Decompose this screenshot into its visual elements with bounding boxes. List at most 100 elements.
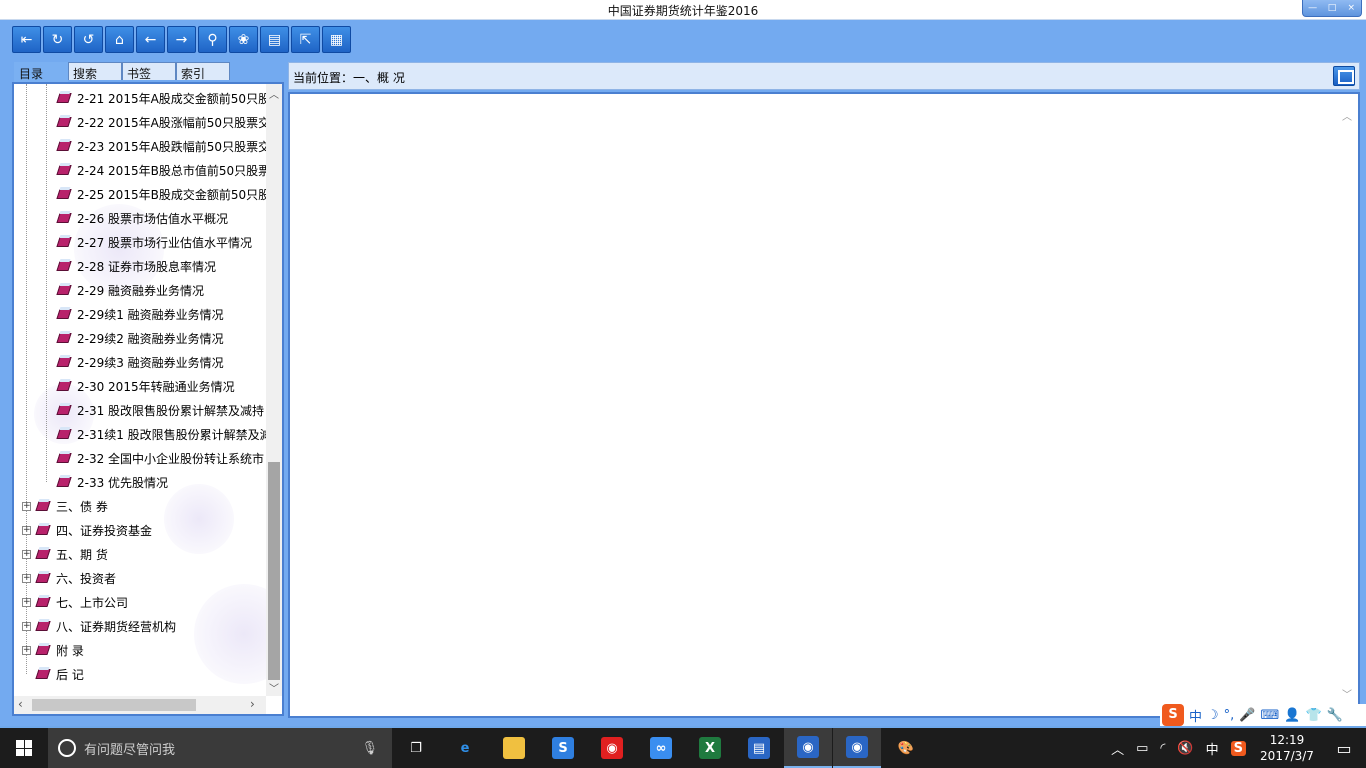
clock[interactable]: 12:19 2017/3/7: [1252, 732, 1322, 764]
skin-icon[interactable]: 👕: [1305, 708, 1321, 723]
scroll-up-arrow-icon[interactable]: ︿: [1342, 108, 1352, 123]
tree-section[interactable]: + 五、期 货: [22, 542, 108, 566]
tree-item[interactable]: 2-22 2015年A股涨幅前50只股票交易: [56, 110, 266, 134]
punctuation-icon[interactable]: °,: [1224, 708, 1235, 723]
taskbar-search-box[interactable]: 有问题尽管问我 🎙: [48, 728, 392, 768]
task-view-icon: ❐: [410, 740, 422, 756]
tree-item[interactable]: 2-29续3 融资融券业务情况: [56, 350, 224, 374]
forward-button[interactable]: →: [167, 26, 196, 53]
yearbook-app-active-taskbar-button[interactable]: ◉: [833, 728, 881, 768]
refresh-button[interactable]: ↻: [43, 26, 72, 53]
start-button[interactable]: [0, 728, 48, 768]
action-center-icon[interactable]: ▭: [1322, 739, 1366, 758]
scrollbar-thumb[interactable]: [268, 462, 280, 680]
tab-index[interactable]: 索引: [176, 62, 230, 81]
excel-icon: X: [699, 737, 721, 759]
user-icon[interactable]: 👤: [1284, 708, 1300, 723]
tree-section[interactable]: + 附 录: [22, 638, 84, 662]
expand-icon[interactable]: +: [22, 573, 31, 583]
ime-chinese-mode-icon[interactable]: 中: [1189, 706, 1202, 725]
paint-taskbar-button[interactable]: 🎨: [882, 728, 930, 768]
tree-item[interactable]: 2-29续2 融资融券业务情况: [56, 326, 224, 350]
sogou-ime-logo[interactable]: S: [1162, 704, 1184, 726]
expand-icon[interactable]: +: [22, 549, 31, 559]
tree-item[interactable]: 2-29 融资融券业务情况: [56, 278, 204, 302]
tree-vertical-scrollbar[interactable]: ︿ ﹀: [266, 84, 282, 696]
expand-icon[interactable]: +: [22, 501, 31, 511]
tree-item[interactable]: 2-29续1 融资融券业务情况: [56, 302, 224, 326]
scroll-up-arrow-icon[interactable]: ︿: [266, 86, 282, 101]
netease-music-taskbar-button[interactable]: ◉: [588, 728, 636, 768]
scroll-down-arrow-icon[interactable]: ﹀: [266, 680, 282, 695]
back-button[interactable]: ←: [136, 26, 165, 53]
preview-button[interactable]: ▦: [322, 26, 351, 53]
tree-item[interactable]: 2-32 全国中小企业股份转让系统市: [56, 446, 264, 470]
expand-icon[interactable]: [22, 670, 31, 679]
sogou-tray-icon[interactable]: S: [1225, 740, 1252, 756]
tree-item[interactable]: 2-31续1 股改限售股份累计解禁及減: [56, 422, 266, 446]
notes-button[interactable]: ▤: [260, 26, 289, 53]
export-button[interactable]: ⇱: [291, 26, 320, 53]
baidu-netdisk-taskbar-button[interactable]: ∞: [637, 728, 685, 768]
tree-item[interactable]: 2-25 2015年B股成交金额前50只股票: [56, 182, 266, 206]
reload-button[interactable]: ↺: [74, 26, 103, 53]
tree-item[interactable]: 2-26 股票市场估值水平概况: [56, 206, 228, 230]
sogou-browser-taskbar-button[interactable]: S: [539, 728, 587, 768]
expand-icon[interactable]: +: [22, 597, 31, 607]
edge-taskbar-button[interactable]: e: [441, 728, 489, 768]
tree-item-label: 2-31续1 股改限售股份累计解禁及減: [77, 427, 266, 442]
ime-mode-indicator[interactable]: 中: [1200, 739, 1225, 758]
tree-section[interactable]: + 六、投资者: [22, 566, 116, 590]
tab-contents[interactable]: 目录: [14, 62, 68, 82]
home-button[interactable]: ⌂: [105, 26, 134, 53]
tree-item[interactable]: 2-21 2015年A股成交金额前50只股票: [56, 86, 266, 110]
document-view[interactable]: ︿ ﹀: [288, 92, 1360, 718]
hide-panel-button[interactable]: ⇤: [12, 26, 41, 53]
tab-bookmarks[interactable]: 书签: [122, 62, 176, 81]
moon-icon[interactable]: ☽: [1207, 708, 1219, 723]
scroll-down-arrow-icon[interactable]: ﹀: [1342, 686, 1352, 701]
excel-taskbar-button[interactable]: X: [686, 728, 734, 768]
wifi-icon[interactable]: ◜: [1154, 741, 1171, 756]
scrollbar-thumb[interactable]: [32, 699, 196, 711]
battery-icon[interactable]: ▭: [1130, 741, 1154, 756]
volume-muted-icon[interactable]: 🔇: [1171, 741, 1199, 756]
tree-item[interactable]: 2-27 股票市场行业估值水平情况: [56, 230, 252, 254]
tree-item[interactable]: 2-24 2015年B股总市值前50只股票交: [56, 158, 266, 182]
minimize-button[interactable]: —: [1306, 3, 1320, 13]
close-button[interactable]: ×: [1344, 3, 1358, 13]
reader-app-taskbar-button[interactable]: ▤: [735, 728, 783, 768]
tree-section[interactable]: + 三、债 券: [22, 494, 108, 518]
tree-horizontal-scrollbar[interactable]: ‹ ›: [14, 696, 266, 714]
expand-icon[interactable]: +: [22, 621, 31, 631]
tree-item[interactable]: 2-31 股改限售股份累计解禁及减持: [56, 398, 264, 422]
tree-item[interactable]: 2-30 2015年转融通业务情况: [56, 374, 235, 398]
tab-search[interactable]: 搜索: [68, 62, 122, 81]
tree-item[interactable]: 2-33 优先股情况: [56, 470, 168, 494]
yearbook-app-taskbar-button[interactable]: ◉: [784, 728, 832, 768]
tree-section-label: 三、债 券: [56, 499, 108, 514]
scroll-right-arrow-icon[interactable]: ›: [250, 697, 255, 711]
tree-section[interactable]: + 七、上市公司: [22, 590, 128, 614]
microphone-icon[interactable]: 🎤: [1239, 708, 1255, 723]
file-explorer-taskbar-button[interactable]: ▬: [490, 728, 538, 768]
book-icon: [35, 547, 51, 561]
tree-section[interactable]: 后 记: [22, 662, 84, 686]
fullscreen-icon[interactable]: [1333, 66, 1355, 86]
task-view-taskbar-button[interactable]: ❐: [392, 728, 440, 768]
clock-time: 12:19: [1269, 733, 1305, 747]
scroll-left-arrow-icon[interactable]: ‹: [18, 697, 23, 711]
search-button[interactable]: ⚲: [198, 26, 227, 53]
show-hidden-icons-icon[interactable]: ︿: [1105, 739, 1130, 758]
tree-section[interactable]: + 八、证券期货经营机构: [22, 614, 176, 638]
tree-item[interactable]: 2-23 2015年A股跌幅前50只股票交易: [56, 134, 266, 158]
settings-icon[interactable]: 🔧: [1327, 708, 1343, 723]
keyboard-icon[interactable]: ⌨: [1261, 708, 1280, 723]
tree-item[interactable]: 2-28 证券市场股息率情况: [56, 254, 216, 278]
tree-section[interactable]: + 四、证券投资基金: [22, 518, 152, 542]
expand-icon[interactable]: +: [22, 645, 31, 655]
maximize-button[interactable]: □: [1325, 3, 1339, 13]
expand-icon[interactable]: +: [22, 525, 31, 535]
microphone-icon[interactable]: 🎙: [361, 741, 378, 756]
bookmark-button[interactable]: ❀: [229, 26, 258, 53]
